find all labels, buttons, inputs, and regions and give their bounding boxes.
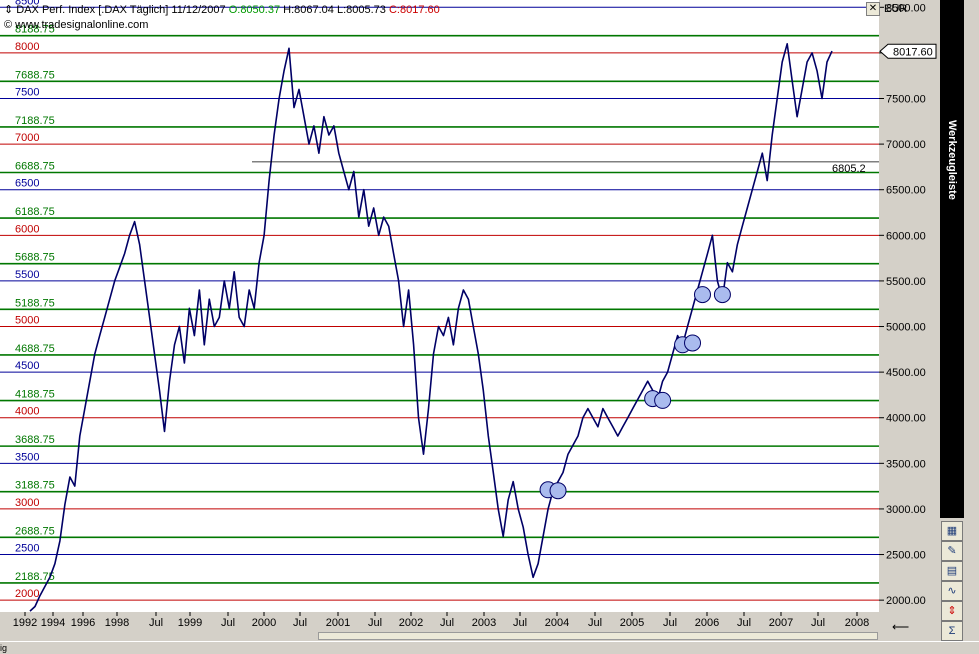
level-label: 2688.75: [15, 525, 55, 537]
level-label: 5688.75: [15, 252, 55, 264]
toolbar-strip: [940, 0, 964, 518]
wrench-icon[interactable]: ✎: [941, 541, 963, 561]
signal-marker: [654, 391, 672, 409]
level-label: 7688.75: [15, 69, 55, 81]
y-tick-label: 6000.00: [886, 230, 926, 242]
x-tick-label: Jul: [440, 617, 454, 629]
copyright-label: © www.tradesignalonline.com: [4, 19, 149, 31]
y-tick-label: 2500.00: [886, 550, 926, 562]
y-tick-label: 3500.00: [886, 458, 926, 470]
note-icon[interactable]: ▤: [941, 561, 963, 581]
signal-marker: [549, 482, 567, 500]
dax-chart[interactable]: 85008188.7580007688.7575007188.757000668…: [0, 0, 937, 632]
high-value: H:8067.04: [283, 4, 334, 16]
date-label: 11/12/2007: [171, 4, 226, 16]
close-value: C:8017.60: [388, 4, 440, 16]
annotation-label: 6805.2: [832, 163, 866, 175]
x-tick-label: Jul: [811, 617, 825, 629]
x-tick-label: 2007: [769, 617, 793, 629]
level-label: 4188.75: [15, 389, 55, 401]
resize-arrow-icon[interactable]: ⟵: [892, 620, 909, 634]
x-tick-label: 1998: [105, 617, 129, 629]
status-text: ig: [0, 643, 8, 653]
x-tick-label: 2003: [472, 617, 496, 629]
level-label: 3500: [15, 451, 39, 463]
x-tick-label: 2002: [399, 617, 423, 629]
chart-header: ⇕ DAX Perf. Index [.DAX Täglich] 11/12/2…: [4, 3, 440, 16]
period-label: Täglich]: [129, 4, 169, 16]
y-tick-label: 5000.00: [886, 322, 926, 334]
level-label: 6500: [15, 178, 39, 190]
level-label: 7000: [15, 132, 39, 144]
x-tick-label: Jul: [368, 617, 382, 629]
toolbar-title: Werkzeugleiste: [946, 120, 958, 200]
level-label: 6688.75: [15, 160, 55, 172]
y-tick-label: 4500.00: [886, 367, 926, 379]
level-label: 7500: [15, 87, 39, 99]
instrument-name: DAX Perf. Index [.DAX: [16, 4, 127, 16]
signal-marker: [693, 286, 711, 304]
y-tick-label: 2000.00: [886, 595, 926, 607]
level-label: 8000: [15, 41, 39, 53]
close-chart-button[interactable]: ✕: [866, 2, 880, 16]
x-tick-label: Jul: [588, 617, 602, 629]
level-label: 7188.75: [15, 115, 55, 127]
level-label: 6188.75: [15, 206, 55, 218]
status-bar: ig: [0, 641, 979, 654]
scrollbar-thumb[interactable]: [318, 632, 878, 640]
level-label: 3688.75: [15, 434, 55, 446]
x-tick-label: Jul: [293, 617, 307, 629]
y-tick-label: 6500.00: [886, 185, 926, 197]
current-price-label: 8017.60: [893, 46, 933, 58]
x-tick-label: Jul: [663, 617, 677, 629]
x-tick-label: Jul: [513, 617, 527, 629]
open-value: O:8050.37: [228, 4, 281, 16]
y-tick-label: 5500.00: [886, 276, 926, 288]
x-tick-label: Jul: [149, 617, 163, 629]
y-tick-label: 3000.00: [886, 504, 926, 516]
level-label: 2000: [15, 588, 39, 600]
currency-label: EUR: [884, 3, 908, 15]
level-label: 5000: [15, 315, 39, 327]
level-label: 5188.75: [15, 297, 55, 309]
level-label: 4500: [15, 360, 39, 372]
x-tick-label: Jul: [221, 617, 235, 629]
level-label: 3188.75: [15, 480, 55, 492]
low-value: L:8005.73: [336, 4, 386, 16]
signal-marker: [684, 334, 702, 352]
x-tick-label: 1992: [13, 617, 37, 629]
x-tick-label: Jul: [737, 617, 751, 629]
level-label: 2188.75: [15, 571, 55, 583]
level-label: 3000: [15, 497, 39, 509]
x-tick-label: 2005: [620, 617, 644, 629]
level-label: 4688.75: [15, 343, 55, 355]
x-tick-label: 2000: [252, 617, 276, 629]
x-tick-label: 2008: [845, 617, 869, 629]
level-label: 4000: [15, 406, 39, 418]
level-label: 5500: [15, 269, 39, 281]
indicator-icon[interactable]: ∿: [941, 581, 963, 601]
updown-icon[interactable]: ⇕: [941, 601, 963, 621]
x-tick-label: 1994: [41, 617, 65, 629]
y-tick-label: 4000.00: [886, 413, 926, 425]
x-tick-label: 2001: [326, 617, 350, 629]
y-tick-label: 7000.00: [886, 139, 926, 151]
x-tick-label: 1999: [178, 617, 202, 629]
header-icon: ⇕: [4, 4, 14, 16]
signal-marker: [713, 286, 731, 304]
level-label: 6000: [15, 223, 39, 235]
x-tick-label: 2004: [545, 617, 569, 629]
x-tick-label: 1996: [71, 617, 95, 629]
x-tick-label: 2006: [695, 617, 719, 629]
price-series-line: [29, 43, 833, 612]
table-icon[interactable]: ▦: [941, 521, 963, 541]
level-label: 2500: [15, 543, 39, 555]
y-tick-label: 7500.00: [886, 94, 926, 106]
sigma-icon[interactable]: Σ: [941, 621, 963, 641]
